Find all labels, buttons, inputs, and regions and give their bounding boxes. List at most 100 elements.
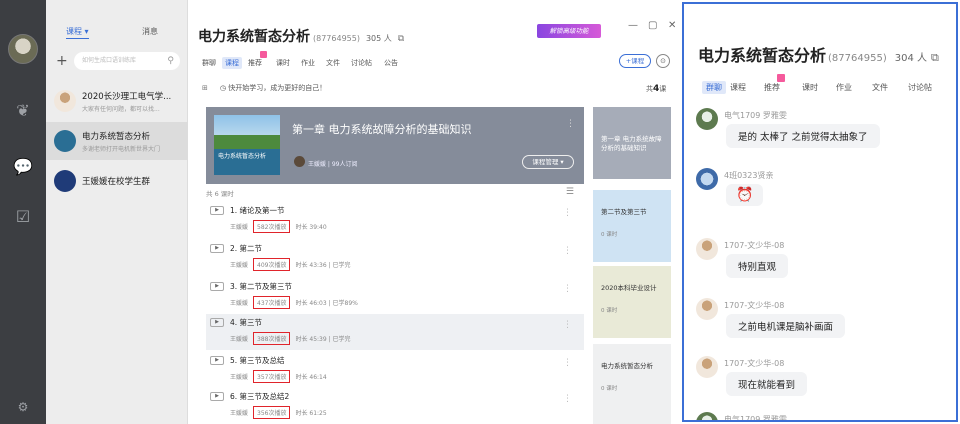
chat-icon[interactable]: 💬 — [12, 156, 34, 178]
more-vertical-icon[interactable]: ⋮ — [563, 394, 572, 404]
tab-course[interactable]: 课程 ▾ — [66, 26, 89, 39]
settings-icon[interactable]: ⚙ — [12, 396, 34, 418]
more-vertical-icon[interactable]: ⋮ — [563, 208, 572, 218]
chat-group-id: (87764955) — [828, 53, 887, 64]
external-link-icon[interactable]: ⧉ — [398, 34, 404, 44]
lesson-row[interactable]: ▶ 3. 第二节及第三节 王媛媛 437次播放 时长 46:03 | 已学89% ⋮ — [206, 278, 584, 314]
play-icon[interactable]: ▶ — [210, 206, 224, 215]
tab-files[interactable]: 文件 — [872, 82, 888, 93]
message-bubble[interactable]: ⏰ — [726, 184, 764, 206]
tab-recommend[interactable]: 推荐 — [248, 51, 267, 68]
external-link-icon[interactable]: ⧉ — [931, 51, 939, 64]
lesson-row[interactable]: ▶ 5. 第三节及总结 王媛媛 357次播放 时长 46:14 ⋮ — [206, 352, 584, 388]
add-course-button[interactable]: +课程 — [619, 54, 651, 68]
tab-course[interactable]: 课程 — [222, 57, 242, 69]
more-vertical-icon[interactable]: ⋮ — [563, 246, 572, 256]
sender-avatar[interactable] — [696, 298, 718, 320]
lesson-meta: 王媛媛 582次播放 时长 39:40 — [230, 220, 327, 233]
tab-discussion[interactable]: 讨论帖 — [351, 58, 372, 68]
study-hint: ⊞ ◷ 快开始学习，成为更好的自己！ — [202, 83, 326, 93]
tab-recommend[interactable]: 推荐 — [764, 74, 785, 93]
message-bubble[interactable]: 之前电机课是脑补画面 — [726, 314, 846, 338]
add-icon[interactable]: + — [56, 54, 68, 68]
tab-lessons[interactable]: 课时 — [276, 58, 290, 68]
more-vertical-icon[interactable]: ⋮ — [566, 119, 575, 129]
tab-course[interactable]: 课程 — [730, 82, 746, 93]
tab-group-chat[interactable]: 群聊 — [702, 81, 726, 94]
lesson-teacher: 王媛媛 — [230, 300, 249, 307]
cover-hill — [214, 135, 280, 149]
chapter-title: 第一章 电力系统故障分析的基础知识 — [292, 123, 472, 136]
chapter-card-count: 0 课时 — [601, 308, 618, 314]
tab-announcement[interactable]: 公告 — [384, 58, 398, 68]
more-vertical-icon[interactable]: ⋮ — [563, 320, 572, 330]
lesson-row[interactable]: ▶ 6. 第三节及总结2 王媛媛 356次播放 时长 61:25 ⋮ — [206, 388, 584, 424]
tab-group-chat[interactable]: 群聊 — [202, 58, 216, 68]
lesson-row[interactable]: ▶ 1. 绪论及第一节 王媛媛 582次播放 时长 39:40 ⋮ — [206, 202, 584, 238]
message-bubble[interactable]: 现在就能看到 — [726, 372, 808, 396]
session-item[interactable]: 2020长沙理工电气学... 大家有任何问题，都可以找... — [46, 82, 188, 120]
sender-name: 电气1709 罗雅雯 — [724, 415, 787, 422]
maximize-icon[interactable]: ▢ — [648, 20, 657, 31]
sender-avatar[interactable] — [696, 238, 718, 260]
app-window: ❦ 💬 ☑ ⚙ 课程 ▾ 消息 + 如何生成口语训练库 ⚲ 2020长沙理工电气… — [0, 0, 960, 424]
lesson-teacher: 王媛媛 — [230, 224, 249, 231]
session-item[interactable]: 王媛媛在校学生群 — [46, 162, 188, 200]
lesson-meta: 王媛媛 437次播放 时长 46:03 | 已学89% — [230, 296, 358, 309]
minimize-icon[interactable]: — — [628, 20, 638, 31]
close-icon[interactable]: ✕ — [668, 20, 676, 31]
member-count[interactable]: 305 人 — [366, 34, 392, 43]
chapter-card-count: 0 课时 — [601, 386, 618, 392]
play-icon[interactable]: ▶ — [210, 392, 224, 401]
session-item-selected[interactable]: 电力系统暂态分析 多谢老师打开电机新世界大门 — [46, 122, 188, 160]
lesson-teacher: 王媛媛 — [230, 336, 249, 343]
chapter-card-title: 电力系统暂态分析 — [601, 362, 653, 370]
chapter-card-title: 2020本科毕业设计 — [601, 284, 657, 292]
play-icon[interactable]: ▶ — [210, 282, 224, 291]
tab-discussion[interactable]: 讨论帖 — [908, 82, 932, 93]
sender-avatar[interactable] — [696, 108, 718, 130]
lesson-row[interactable]: ▶ 2. 第二节 王媛媛 409次播放 时长 43:36 | 已学完 ⋮ — [206, 240, 584, 276]
more-vertical-icon[interactable]: ⋮ — [563, 358, 572, 368]
more-vertical-icon[interactable]: ⋮ — [563, 284, 572, 294]
lesson-title: 4. 第三节 — [230, 318, 263, 327]
tab-homework[interactable]: 作业 — [301, 58, 315, 68]
tab-homework[interactable]: 作业 — [836, 82, 852, 93]
chapter-card[interactable]: 2020本科毕业设计 0 课时 — [593, 266, 671, 338]
leaf-icon[interactable]: ❦ — [12, 100, 34, 122]
tab-files[interactable]: 文件 — [326, 58, 340, 68]
play-icon[interactable]: ▶ — [210, 356, 224, 365]
user-avatar[interactable] — [8, 34, 38, 64]
search-input[interactable]: 如何生成口语训练库 ⚲ — [74, 52, 180, 70]
sort-icon[interactable]: ☰ — [566, 187, 574, 197]
search-icon: ⚲ — [167, 56, 174, 66]
lesson-row-hover[interactable]: ▶ 4. 第三节 王媛媛 388次播放 时长 45:39 | 已学完 ⋮ — [206, 314, 584, 350]
course-manage-button[interactable]: 课程管理 ▾ — [522, 155, 574, 169]
cover-label: 电力系统暂态分析 — [218, 153, 267, 160]
tab-messages[interactable]: 消息 — [142, 26, 158, 37]
chapter-card[interactable]: 第二节及第三节 0 课时 — [593, 190, 671, 262]
lesson-status: 已学完 — [332, 336, 351, 343]
session-avatar — [54, 170, 76, 192]
lesson-duration: 时长 39:40 — [295, 224, 327, 231]
unlock-advanced-button[interactable]: 解锁高级功能 — [537, 24, 601, 38]
sender-avatar[interactable] — [696, 168, 718, 190]
message-bubble[interactable]: 是的 太棒了 之前觉得太抽象了 — [726, 124, 880, 148]
chapter-card-active[interactable]: 第一章 电力系统故障分析的基础知识 — [593, 107, 671, 179]
grid-view-icon[interactable]: ⊞ — [202, 84, 208, 92]
play-icon[interactable]: ▶ — [210, 244, 224, 253]
message-bubble[interactable]: 特别直观 — [726, 254, 789, 278]
chapter-card[interactable]: 电力系统暂态分析 0 课时 — [593, 344, 671, 424]
more-options-icon[interactable]: ⊙ — [656, 54, 670, 68]
task-icon[interactable]: ☑ — [12, 206, 34, 228]
sender-avatar[interactable] — [696, 412, 718, 420]
course-hero-card[interactable]: 电力系统暂态分析 第一章 电力系统故障分析的基础知识 王媛媛 | 99人订阅 课… — [206, 107, 584, 184]
play-count: 388次播放 — [253, 332, 291, 345]
play-icon[interactable]: ▶ — [210, 318, 224, 327]
lesson-status: 已学89% — [332, 300, 358, 307]
session-list: 课程 ▾ 消息 + 如何生成口语训练库 ⚲ 2020长沙理工电气学... 大家有… — [46, 0, 188, 424]
sender-avatar[interactable] — [696, 356, 718, 378]
session-avatar — [54, 90, 76, 112]
chat-member-count[interactable]: 304 人 — [895, 53, 927, 64]
tab-lessons[interactable]: 课时 — [802, 82, 818, 93]
